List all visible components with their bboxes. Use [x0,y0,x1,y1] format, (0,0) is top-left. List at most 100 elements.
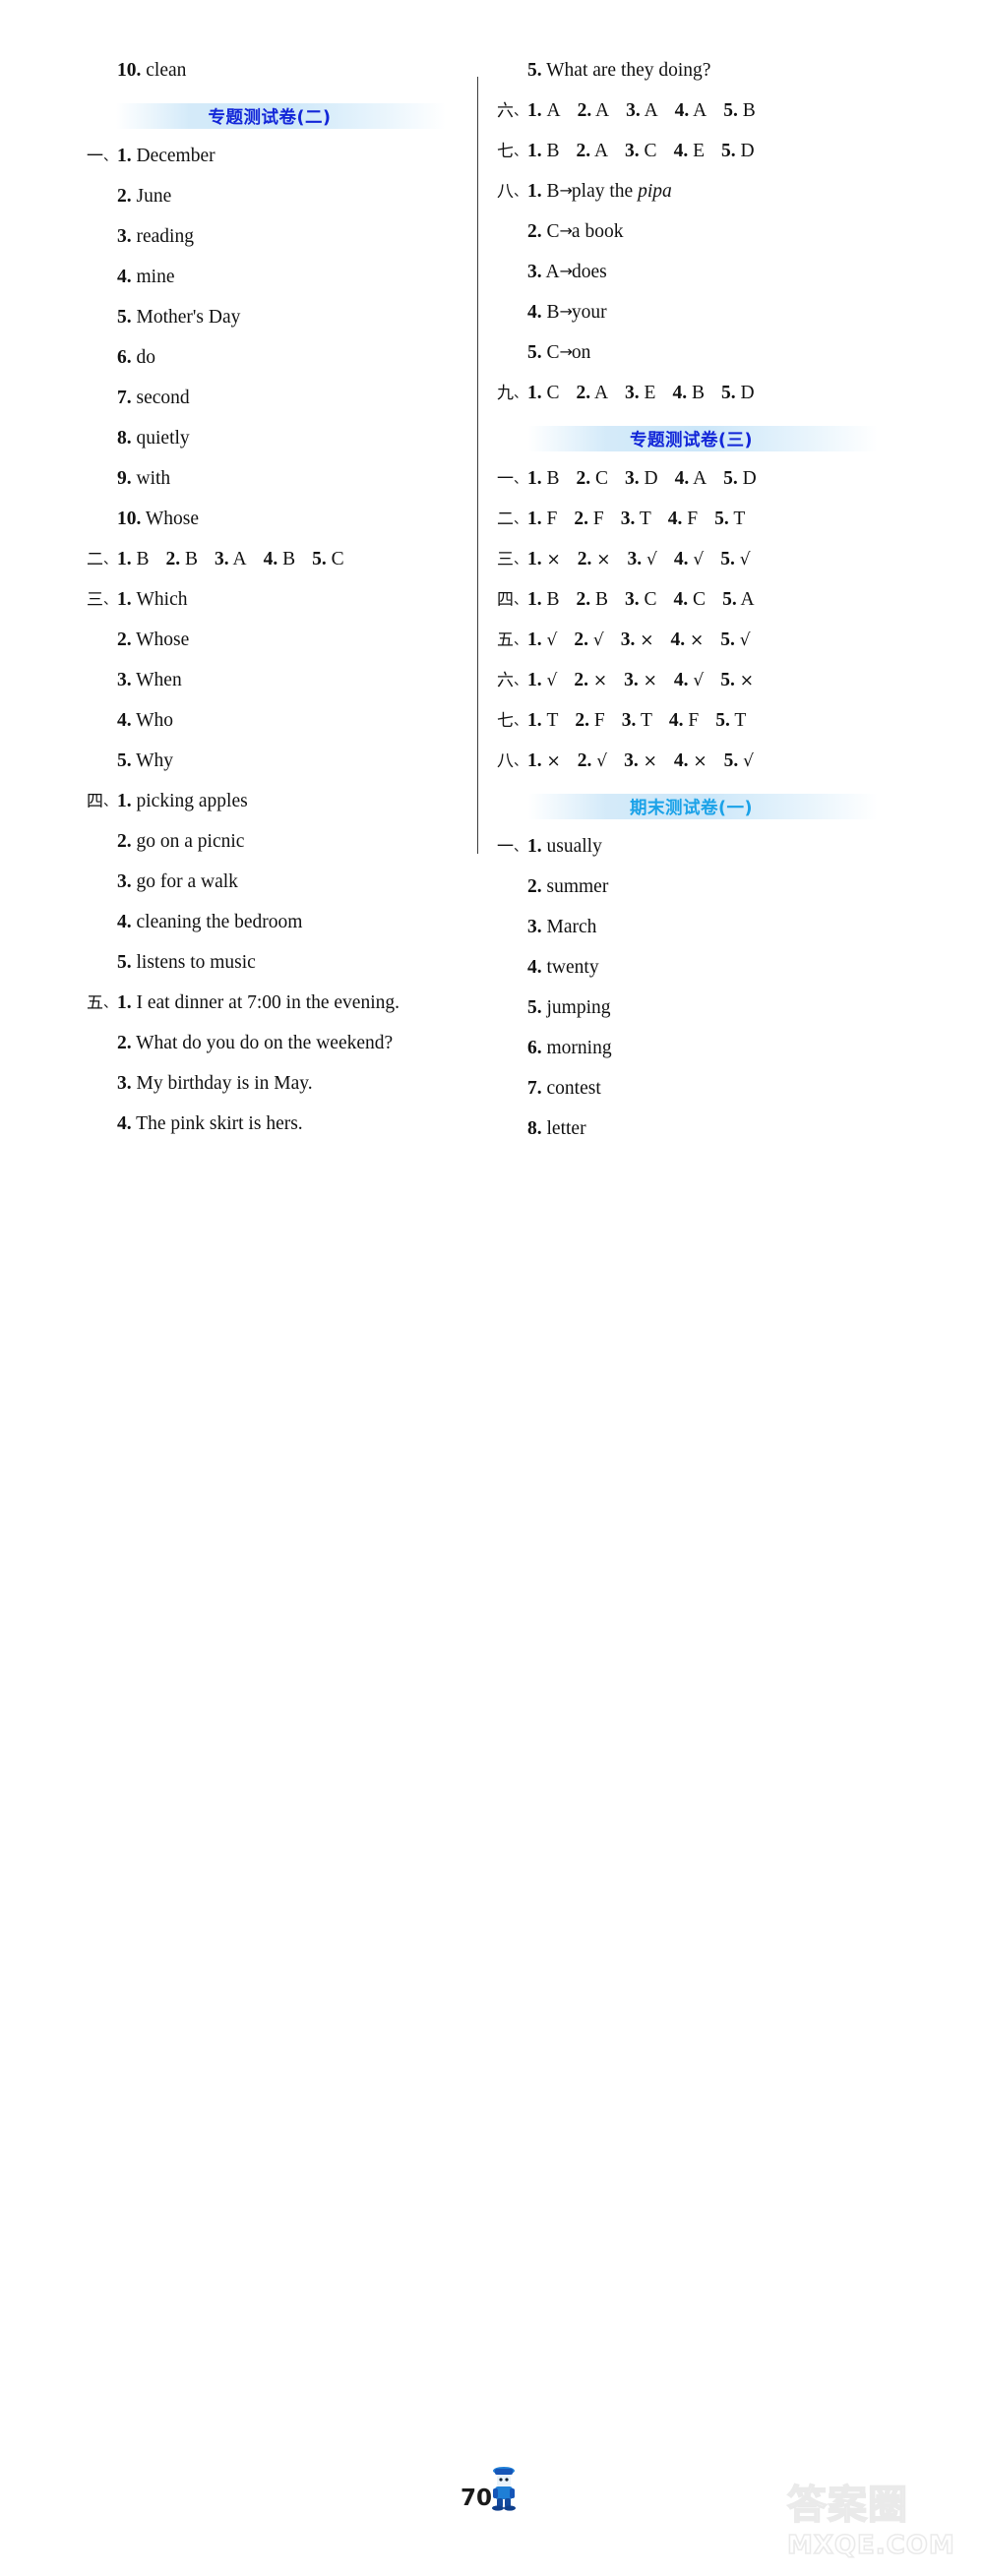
item-answer: A [593,383,609,403]
item-number: 4. [117,267,132,287]
item-number: 3. [625,383,640,403]
item-answer: B [546,589,560,610]
answer-row: 六、1. √ 2. × 3. × 4. √ 5. × [497,671,886,690]
answer-token: 2. A [578,100,610,121]
answer-line: 2. go on a picnic [87,832,453,852]
item-answer: contest [546,1078,601,1099]
item-answer: Whose [145,509,200,529]
item-answer: go on a picnic [136,831,245,852]
item-number: 1. [527,629,542,650]
item-answer: letter [546,1118,586,1139]
item-number: 5. [720,549,735,569]
item-answer: summer [546,876,609,897]
answer-token: 1. A [527,100,561,121]
item-answer: × [693,751,707,771]
answer-token: 4. C [674,589,707,610]
answer-token: 4. B [264,549,296,569]
item-number: 1. [527,100,542,121]
answer-line: 八、1. B→play the pipa [497,182,886,202]
item-number: 10. [117,60,142,81]
answer-line: 6. morning [497,1039,886,1058]
item-number: 5. [527,342,542,363]
arrow-icon: → [559,342,573,361]
item-answer: √ [693,550,705,569]
item-answer: Whose [136,629,190,650]
item-answer: F [546,509,558,529]
answer-line: 3. go for a walk [87,872,453,892]
item-answer: T [734,710,747,731]
answer-token: 3. T [621,509,651,529]
section-marker: 二、 [497,509,527,529]
answer-token: 4. B [672,383,705,403]
item-answer: C [546,221,560,242]
section-marker: 八、 [497,751,527,771]
section-banner-title: 专题测试卷(三) [630,430,753,450]
item-number: 4. [527,957,542,978]
item-answer: The pink skirt is hers. [136,1113,303,1134]
item-number: 7. [527,1078,542,1099]
answer-line: 10. clean [87,61,453,81]
answer-token: 1. C [527,383,560,403]
item-answer: × [689,630,705,650]
answer-row: 九、1. C 2. A 3. E 4. B 5. D [497,384,886,403]
answer-token: 2. C [577,468,609,489]
item-answer: E [693,141,705,161]
answer-token: 4. A [675,100,707,121]
item-number: 4. [673,549,689,569]
item-number: 1. [527,750,542,771]
item-number: 2. [117,186,132,207]
answer-line: 2. June [87,187,453,207]
item-number: 4. [117,1113,132,1134]
answer-line: 4. mine [87,268,453,287]
item-number: 1. [527,670,542,690]
section-banner: 专题测试卷(三) [497,424,886,453]
item-answer-italic: pipa [638,181,672,202]
answer-token: 1. √ [527,670,557,690]
answer-token: 1. B [117,549,150,569]
item-answer: B [546,302,560,323]
answer-token: 5. D [721,141,755,161]
item-answer-extra: a book [571,221,624,242]
answer-token: 2. √ [578,750,607,771]
answer-token: 2. √ [574,629,603,650]
item-answer: C [546,342,560,363]
item-number: 3. [117,670,132,690]
section-marker: 五、 [497,630,527,650]
item-answer: Who [136,710,174,731]
answer-key-page: 10. clean 专题测试卷(二) 一、1. December 2. June 3. … [0,0,984,2559]
item-answer: T [639,509,651,529]
item-answer: √ [546,671,558,690]
answer-token: 4. A [675,468,707,489]
answer-token: 2. F [574,509,603,529]
item-answer-extra: play the [571,181,639,202]
item-answer: √ [693,671,705,690]
answer-token: 1. × [527,549,561,569]
item-number: 1. [527,383,542,403]
answer-line: 8. quietly [87,429,453,449]
item-number: 5. [527,997,542,1018]
answer-token: 3. T [622,710,652,731]
item-number: 4. [673,589,689,610]
item-number: 2. [576,383,591,403]
answer-line: 4. cleaning the bedroom [87,913,453,932]
answer-token: 1. × [527,750,561,771]
item-answer: cleaning the bedroom [136,912,303,932]
item-answer: C [644,141,657,161]
item-answer: A [595,100,610,121]
item-answer: A [546,100,561,121]
answer-line: 4. The pink skirt is hers. [87,1114,453,1134]
section-marker: 八、 [497,182,527,202]
item-answer-extra: does [571,262,607,282]
section-marker: 九、 [497,384,527,403]
answer-row: 五、1. √ 2. √ 3. × 4. × 5. √ [497,630,886,650]
answer-token: 4. F [669,710,699,731]
item-answer: A [593,141,609,161]
item-number: 4. [674,468,690,489]
answer-line: 3. My birthday is in May. [87,1074,453,1094]
answer-line: 4. B→your [497,303,886,323]
item-number: 4. [667,509,683,529]
item-number: 9. [117,468,132,489]
answer-row: 七、1. B 2. A 3. C 4. E 5. D [497,142,886,161]
item-number: 4. [117,912,132,932]
item-number: 3. [627,549,643,569]
